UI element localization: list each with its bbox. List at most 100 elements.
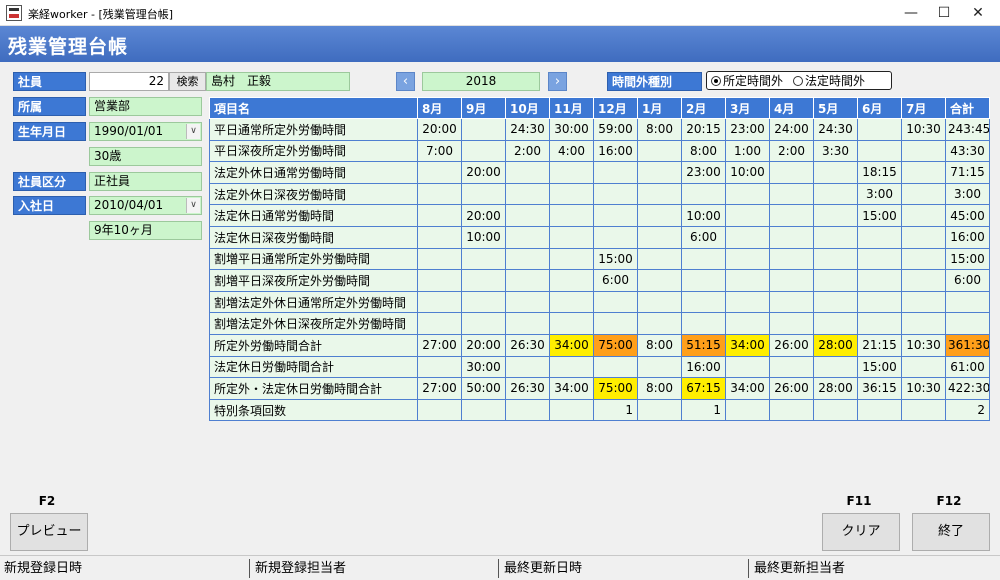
table-cell: 6:00 [593,269,638,292]
column-header-month: 7月 [901,97,946,119]
table-cell [725,204,770,227]
birth-date-value: 1990/01/01 [94,124,164,138]
table-row[interactable]: 割増平日深夜所定外労働時間 6:00 6:00 [209,269,990,292]
table-row[interactable]: 法定休日労働時間合計 30:00 16:00 15:00 61:00 [209,355,990,379]
table-cell [505,290,550,314]
column-header-month: 4月 [769,97,814,119]
table-row[interactable]: 平日通常所定外労働時間 20:00 24:30 30:00 59:00 8:00 20:15… [209,118,990,141]
close-button[interactable]: ✕ [956,0,1000,26]
table-row[interactable]: 割増平日通常所定外労働時間 15:00 15:00 [209,247,990,271]
chevron-down-icon[interactable]: ∨ [186,124,200,139]
department-field: 営業部 [89,97,202,116]
row-item-name: 平日深夜所定外労働時間 [209,139,418,163]
employee-number-input[interactable]: 22 [89,72,169,91]
status-divider [748,559,749,578]
page-title: 残業管理台帳 [8,36,129,58]
table-cell [637,139,682,163]
table-cell [901,398,946,422]
chevron-down-icon[interactable]: ∨ [186,198,200,213]
table-cell: 2:00 [769,139,814,163]
table-cell [505,269,550,292]
window-title: 楽経worker - [残業管理台帳] [28,8,174,21]
overtime-type-label: 時間外種別 [607,72,702,91]
table-row[interactable]: 割増法定外休日深夜所定外労働時間 [209,312,990,335]
table-cell [461,182,506,206]
exit-button[interactable]: 終了 [912,513,990,551]
row-item-name: 所定外・法定休日労働時間合計 [209,377,418,400]
table-cell [725,247,770,271]
age-field: 30歳 [89,147,202,166]
clear-button[interactable]: クリア [822,513,900,551]
status-divider [249,559,250,578]
table-cell [417,247,462,271]
table-cell: 10:00 [681,204,726,227]
next-year-button[interactable]: › [548,72,567,91]
row-item-name: 法定休日深夜労働時間 [209,225,418,249]
table-cell [505,355,550,379]
table-cell: 15:00 [945,247,990,271]
table-cell [417,204,462,227]
status-bar: 新規登録日時 新規登録担当者 最終更新日時 最終更新担当者 [0,555,1000,580]
radio-legal-overtime[interactable]: 法定時間外 [793,72,865,89]
table-cell [593,161,638,184]
preview-button[interactable]: プレビュー [10,513,88,551]
prev-year-button[interactable]: ‹ [396,72,415,91]
table-row[interactable]: 所定外労働時間合計 27:00 20:00 26:30 34:00 75:00 8:00 51… [209,333,990,357]
table-row[interactable]: 法定休日深夜労働時間 10:00 6:00 16:00 [209,225,990,249]
table-cell: 10:30 [901,333,946,357]
table-cell [725,355,770,379]
table-cell: 2:00 [505,139,550,163]
table-cell: 20:00 [417,118,462,141]
table-cell [417,312,462,335]
table-cell: 23:00 [681,161,726,184]
column-header-month: 合計 [945,97,990,119]
table-cell [461,398,506,422]
status-created-at: 新規登録日時 [4,561,83,576]
search-button[interactable]: 検索 [169,72,206,91]
table-cell: 26:00 [769,333,814,357]
table-row[interactable]: 法定外休日通常労働時間 20:00 23:00 10:00 18:15 71:15 [209,161,990,184]
table-cell: 243:45 [945,118,990,141]
table-cell [461,269,506,292]
table-cell: 75:00 [593,377,638,400]
table-row[interactable]: 所定外・法定休日労働時間合計 27:00 50:00 26:30 34:00 75:00 8… [209,377,990,400]
birth-date-label: 生年月日 [13,122,86,141]
birth-date-select[interactable]: 1990/01/01 ∨ [89,122,202,141]
table-cell [901,225,946,249]
table-cell: 2 [945,398,990,422]
table-cell: 24:00 [769,118,814,141]
row-item-name: 所定外労働時間合計 [209,333,418,357]
table-cell [725,398,770,422]
table-cell [857,247,902,271]
table-row[interactable]: 割増法定外休日通常所定外労働時間 [209,290,990,314]
table-cell [901,269,946,292]
column-header-month: 12月 [593,97,638,119]
app-icon [6,5,22,21]
table-cell: 28:00 [813,377,858,400]
column-header-month: 10月 [505,97,550,119]
table-cell [637,182,682,206]
table-cell: 4:00 [549,139,594,163]
table-header-row: 項目名 8月 9月 10月 11月 12月 1月 2月 3月 4月 5月 6月 7月 合計 [209,97,990,119]
table-row[interactable]: 特別条項回数 1 1 2 [209,398,990,422]
table-row[interactable]: 平日深夜所定外労働時間 7:00 2:00 4:00 16:00 8:00 1:00 2:00… [209,139,990,163]
table-cell [549,225,594,249]
radio-scheduled-overtime[interactable]: 所定時間外 [711,72,783,89]
table-cell: 1:00 [725,139,770,163]
table-cell [417,269,462,292]
join-date-select[interactable]: 2010/04/01 ∨ [89,196,202,215]
table-cell [857,398,902,422]
table-cell [681,312,726,335]
column-header-month: 11月 [549,97,594,119]
table-cell [461,290,506,314]
status-divider [498,559,499,578]
table-row[interactable]: 法定外休日深夜労働時間 3:00 3:00 [209,182,990,206]
table-row[interactable]: 法定休日通常労働時間 20:00 10:00 15:00 45:00 [209,204,990,227]
column-header-item-name: 項目名 [209,97,418,119]
table-cell [637,290,682,314]
table-cell: 422:30 [945,377,990,400]
table-cell: 8:00 [637,118,682,141]
table-cell [417,182,462,206]
table-cell [769,204,814,227]
table-cell [681,247,726,271]
